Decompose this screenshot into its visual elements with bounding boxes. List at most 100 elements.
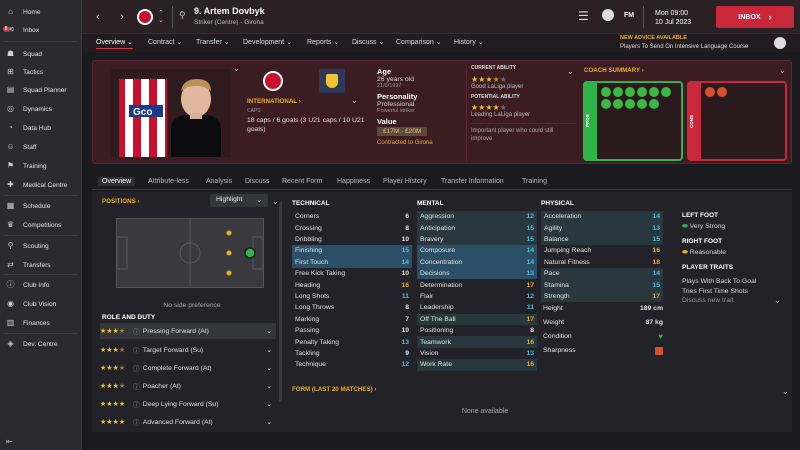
sidebar-item-tactics[interactable]: ⊞ Tactics: [0, 63, 82, 81]
club-crest[interactable]: [137, 9, 153, 25]
weight-row: Weight 87 kg: [543, 317, 663, 328]
pro-icon[interactable]: [601, 99, 611, 109]
search-icon[interactable]: ⚲: [179, 10, 186, 21]
attribute-row: Determination 17: [417, 279, 537, 290]
attribute-value: 12: [526, 292, 534, 300]
role-row[interactable]: ★★★★ ⓘ Complete Forward (At) ⌄: [100, 360, 276, 376]
collapse-icon[interactable]: ⇤: [6, 438, 14, 446]
attribute-name: Dribbling: [295, 235, 322, 243]
sidebar-item-medical-centre[interactable]: ✚ Medical Centre: [0, 176, 82, 194]
pro-icon[interactable]: [649, 99, 659, 109]
fm-logo[interactable]: FM: [624, 12, 634, 19]
subnav-comparison[interactable]: Comparison ⌄: [396, 38, 442, 46]
national-badge[interactable]: [319, 69, 345, 93]
sidebar-item-training[interactable]: ⚑ Training: [0, 157, 82, 175]
tab-happiness[interactable]: Happiness: [337, 178, 370, 185]
tab-player-history[interactable]: Player History: [383, 178, 427, 185]
age-value: 26 years old: [377, 76, 415, 83]
current-ability-label: CURRENT ABILITY: [471, 65, 517, 71]
sidebar-item-dev-centre[interactable]: ◈ Dev. Centre: [0, 335, 82, 353]
sidebar-item-schedule[interactable]: ▦ Schedule: [0, 197, 82, 215]
pro-icon[interactable]: [637, 87, 647, 97]
role-row[interactable]: ★★★★ ⓘ Pressing Forward (At) ⌄: [100, 323, 276, 339]
ability-block: CURRENT ABILITY ★★★★★ Good LaLiga player…: [466, 65, 576, 161]
role-row[interactable]: ★★★★ ⓘ Target Forward (Su) ⌄: [100, 342, 276, 358]
pro-icon[interactable]: [649, 87, 659, 97]
coach-summary-link[interactable]: COACH SUMMARY ›: [584, 67, 644, 74]
sidebar-item-dynamics[interactable]: ◎ Dynamics: [0, 100, 82, 118]
attribute-name: Marking: [295, 315, 320, 323]
subnav-transfer[interactable]: Transfer ⌄: [196, 38, 230, 46]
con-icon[interactable]: [717, 87, 727, 97]
attribute-row: Vision 13: [417, 348, 537, 359]
sidebar-item-data-hub[interactable]: ◔ Data Hub: [0, 119, 82, 137]
subnav-development[interactable]: Development ⌄: [243, 38, 292, 46]
tab-training[interactable]: Training: [522, 178, 547, 185]
attribute-row: Anticipation 15: [417, 222, 537, 234]
sidebar-item-club-info[interactable]: ⓘ Club Info: [0, 276, 82, 294]
sidebar-item-squad[interactable]: ☗ Squad: [0, 45, 82, 63]
role-row[interactable]: ★★★★ ⓘ Poacher (At) ⌄: [100, 378, 276, 394]
role-row[interactable]: ★★★★ ⓘ Deep Lying Forward (Su) ⌄: [100, 396, 276, 412]
sidebar-item-home[interactable]: ⌂ Home: [0, 3, 82, 21]
sidebar-item-club-vision[interactable]: ◉ Club Vision: [0, 295, 82, 313]
pro-icon[interactable]: [637, 99, 647, 109]
tab-overview[interactable]: Overview: [98, 177, 136, 186]
contract-status[interactable]: Contracted to Girona: [377, 140, 433, 146]
positions-link[interactable]: POSITIONS ›: [102, 198, 139, 205]
role-row[interactable]: ★★★★ ⓘ Advanced Forward (At) ⌄: [100, 414, 276, 430]
photo-options-icon[interactable]: ⌄: [233, 65, 240, 73]
con-icon[interactable]: [705, 87, 715, 97]
menu-icon[interactable]: ☰: [578, 10, 589, 22]
form-options-icon[interactable]: ⌄: [782, 388, 789, 396]
crest-switch-icon[interactable]: ⌃ ⌄: [158, 10, 164, 24]
sidebar-item-label: Medical Centre: [23, 181, 68, 189]
pro-icon[interactable]: [613, 99, 623, 109]
subnav-reports[interactable]: Reports ⌄: [307, 38, 339, 46]
attribute-name: First Touch: [295, 258, 329, 266]
date-box[interactable]: Mon 09:00 10 Jul 2023: [655, 9, 691, 27]
highlight-dropdown[interactable]: Highlight ⌄: [210, 194, 268, 207]
international-options-icon[interactable]: ⌄: [351, 97, 358, 105]
sidebar-item-staff[interactable]: ☺ Staff: [0, 138, 82, 156]
pro-icon[interactable]: [613, 87, 623, 97]
tab-recent-form[interactable]: Recent Form: [282, 178, 322, 185]
subnav-contract[interactable]: Contract ⌄: [148, 38, 182, 46]
positions-options-icon[interactable]: ⌄: [272, 198, 279, 206]
inbox-button[interactable]: INBOX ›: [716, 6, 794, 28]
forward-button[interactable]: ›: [116, 10, 128, 24]
club-badge[interactable]: [263, 71, 283, 91]
sidebar-item-inbox[interactable]: 8 ✉ Inbox: [0, 21, 82, 39]
settings-icon[interactable]: [602, 9, 614, 21]
pro-icon[interactable]: [625, 99, 635, 109]
international-link[interactable]: INTERNATIONAL ›: [247, 98, 301, 105]
traits-options-icon[interactable]: ⌄: [774, 297, 781, 305]
tab-analysis[interactable]: Analysis: [206, 178, 232, 185]
attribute-row: Aggression 12: [417, 211, 537, 223]
sidebar-item-competitions[interactable]: ♛ Competitions: [0, 216, 82, 234]
scrollbar[interactable]: [279, 202, 282, 402]
pro-icon[interactable]: [661, 87, 671, 97]
sidebar-item-scouting[interactable]: ⚲ Scouting: [0, 237, 82, 255]
discuss-trait-link[interactable]: Discuss new trait: [682, 296, 756, 306]
sidebar-item-transfers[interactable]: ⇄ Transfers: [0, 256, 82, 274]
tab-discuss[interactable]: Discuss: [245, 178, 270, 185]
subnav-discuss[interactable]: Discuss ⌄: [352, 38, 384, 46]
ability-options-icon[interactable]: ⌄: [567, 68, 574, 76]
advisor-avatar[interactable]: [774, 37, 786, 49]
tactics-icon: ⊞: [7, 67, 14, 76]
coach-summary-options-icon[interactable]: ⌄: [779, 67, 786, 75]
subnav-overview[interactable]: Overview ⌄: [96, 38, 133, 49]
form-link[interactable]: FORM (LAST 20 MATCHES) ›: [292, 386, 376, 393]
sidebar-item-squad-planner[interactable]: ▤ Squad Planner: [0, 81, 82, 99]
back-button[interactable]: ‹: [92, 10, 104, 24]
advice-box[interactable]: NEW ADVICE AVAILABLE Players To Send On …: [620, 34, 770, 52]
tab-transfer-information[interactable]: Transfer Information: [441, 178, 504, 185]
attribute-row: Agility 13: [541, 222, 663, 234]
pro-icon[interactable]: [601, 87, 611, 97]
pro-icon[interactable]: [625, 87, 635, 97]
tab-attribute-less[interactable]: Attribute-less: [148, 178, 189, 185]
attribute-value: 14: [652, 213, 660, 221]
subnav-history[interactable]: History ⌄: [454, 38, 484, 46]
sidebar-item-finances[interactable]: ▥ Finances: [0, 314, 82, 332]
